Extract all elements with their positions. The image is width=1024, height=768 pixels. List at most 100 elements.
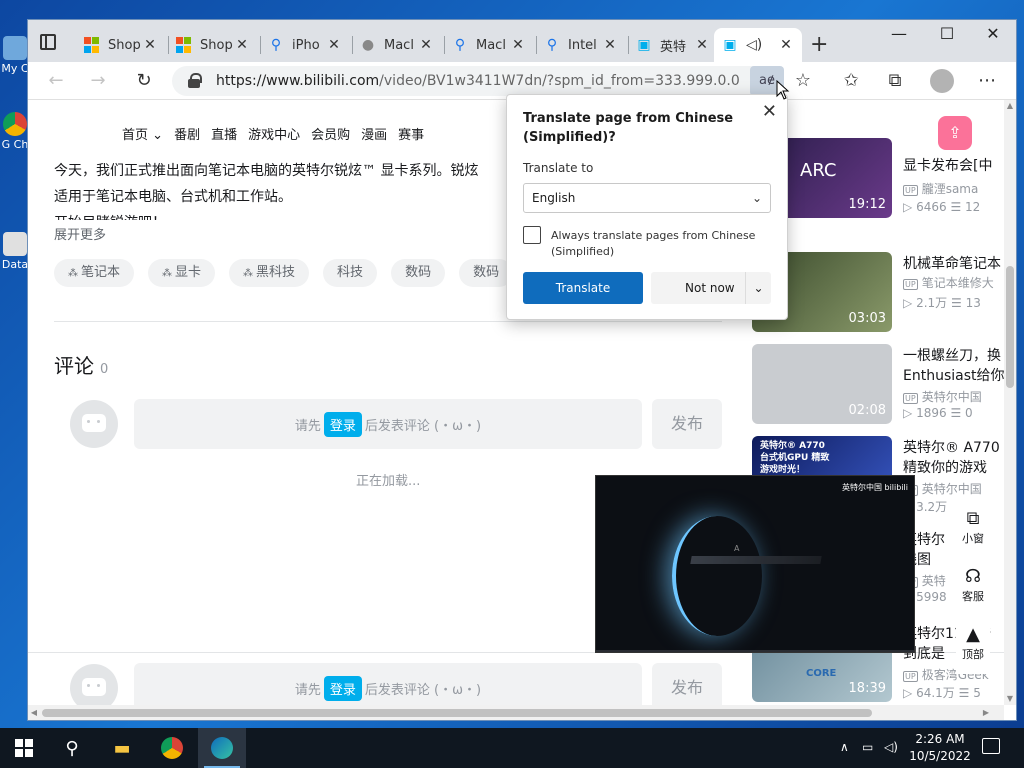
chevron-down-icon[interactable]: ⌄	[745, 272, 771, 304]
translate-button[interactable]: Translate	[523, 272, 643, 304]
tab-macbook-2[interactable]: ⚲ Macl ✕	[444, 28, 534, 62]
tag-item[interactable]: ⁂ 黑科技	[229, 259, 310, 287]
close-icon[interactable]: ✕	[234, 37, 250, 53]
desktop-icon-data[interactable]: Data	[0, 232, 30, 271]
nav-esports[interactable]: 赛事	[398, 124, 424, 143]
expand-more-link[interactable]: 展开更多	[54, 224, 106, 243]
close-icon[interactable]: ✕	[778, 37, 794, 53]
login-button[interactable]: 登录	[323, 675, 362, 701]
tag-item[interactable]: ⁂ 笔记本	[54, 259, 135, 287]
target-language-select[interactable]: English ⌄	[523, 183, 771, 213]
comment-input-bottom[interactable]: 请先 登录 后发表评论 (・ω・)	[134, 663, 642, 705]
tag-item[interactable]: 科技	[323, 259, 378, 287]
mini-window-button[interactable]: ⧉ 小窗	[956, 500, 990, 558]
favorites-icon[interactable]: ✩	[840, 70, 862, 92]
video-title[interactable]: 英特尔® A770	[903, 438, 1004, 458]
recommended-video[interactable]: 02:08 一根螺丝刀，换 Enthusiast给你 UP 英特尔中国 ▷ 189…	[752, 344, 1004, 426]
network-icon[interactable]: ▭	[862, 740, 873, 754]
nav-live[interactable]: 直播	[211, 124, 237, 143]
tab-shop-2[interactable]: Shop ✕	[168, 28, 258, 62]
refresh-button[interactable]: ↻	[130, 68, 158, 94]
desktop-icon-my-computer[interactable]: My C	[0, 36, 30, 75]
uploader-name[interactable]: 朧湮sama	[922, 182, 979, 196]
nav-manga[interactable]: 漫画	[361, 124, 387, 143]
video-title[interactable]: 机械革命笔记本	[903, 254, 1004, 274]
video-title-line2[interactable]: Enthusiast给你	[903, 366, 1004, 386]
close-icon[interactable]: ✕	[602, 37, 618, 53]
recommended-video[interactable]: 03:03 机械革命笔记本 UP 笔记本维修大 ▷ 2.1万 ☰ 13	[752, 252, 1001, 334]
uploader-name[interactable]: 笔记本维修大	[922, 276, 994, 290]
back-to-top-button[interactable]: ▲ 顶部	[956, 616, 990, 674]
forward-button[interactable]: →	[84, 68, 112, 94]
close-window-button[interactable]: ✕	[970, 24, 1016, 43]
desktop-icon-chrome[interactable]: G Ch	[0, 112, 30, 151]
not-now-button[interactable]: Not now ⌄	[651, 272, 771, 304]
close-icon[interactable]: ✕	[510, 37, 526, 53]
notifications-icon[interactable]	[982, 738, 1000, 754]
lock-icon[interactable]	[188, 73, 202, 88]
tag-item[interactable]: 数码	[391, 259, 446, 287]
scroll-down-arrow-icon[interactable]: ▼	[1004, 693, 1016, 705]
chrome-taskbar-button[interactable]	[148, 728, 196, 768]
more-menu-icon[interactable]: ⋯	[976, 70, 998, 92]
scroll-left-arrow-icon[interactable]: ◀	[28, 705, 40, 720]
horizontal-scrollbar[interactable]: ◀ ▶	[28, 705, 1004, 720]
maximize-button[interactable]: ☐	[924, 24, 970, 43]
video-thumbnail[interactable]: 02:08	[752, 344, 892, 424]
nav-anime[interactable]: 番剧	[174, 124, 200, 143]
system-clock[interactable]: 2:26 AM 10/5/2022	[900, 731, 980, 765]
tab-actions-icon[interactable]	[40, 34, 56, 50]
new-tab-button[interactable]: +	[810, 32, 828, 57]
back-button[interactable]: ←	[42, 68, 70, 94]
comment-input[interactable]: 请先 登录 后发表评论 (・ω・)	[134, 399, 642, 449]
close-icon[interactable]: ✕	[418, 37, 434, 53]
edge-taskbar-button[interactable]	[198, 728, 246, 768]
vertical-scrollbar[interactable]: ▲ ▼	[1004, 100, 1016, 705]
collections-icon[interactable]: ⧉	[884, 70, 906, 92]
file-explorer-button[interactable]: ▬	[98, 728, 146, 768]
scrollbar-thumb[interactable]	[1006, 266, 1014, 388]
nav-membership-shop[interactable]: 会员购	[311, 124, 350, 143]
start-button[interactable]	[0, 728, 48, 768]
address-bar[interactable]: https://www.bilibili.com/video/BV1w3411W…	[172, 66, 784, 96]
login-button[interactable]: 登录	[323, 411, 362, 437]
minimize-button[interactable]: —	[876, 24, 922, 43]
publish-button-bottom[interactable]: 发布	[652, 663, 722, 705]
customer-service-button[interactable]: ☊ 客服	[956, 558, 990, 616]
scrollbar-thumb[interactable]	[42, 709, 872, 717]
chevron-up-icon[interactable]: ∧	[840, 740, 849, 754]
close-icon[interactable]: ✕	[694, 37, 710, 53]
video-title[interactable]: 一根螺丝刀，换	[903, 346, 1004, 366]
tab-bilibili-active[interactable]: ▣ ◁) ✕	[714, 28, 802, 62]
speaker-icon[interactable]: ◁)	[746, 37, 762, 53]
tab-intel-cn[interactable]: ▣ 英特 ✕	[628, 28, 718, 62]
scroll-up-arrow-icon[interactable]: ▲	[1004, 100, 1016, 112]
url-text[interactable]: https://www.bilibili.com/video/BV1w3411W…	[216, 73, 740, 89]
close-icon[interactable]: ✕	[142, 37, 158, 53]
tag-item[interactable]: ⁂ 显卡	[148, 259, 216, 287]
profile-avatar[interactable]	[930, 69, 954, 93]
close-icon[interactable]: ✕	[762, 101, 777, 122]
tab-intel[interactable]: ⚲ Intel ✕	[536, 28, 626, 62]
tag-item[interactable]: 数码	[459, 259, 514, 287]
tab-macbook-1[interactable]: ● Macl ✕	[352, 28, 442, 62]
player-progress-bar[interactable]	[596, 650, 914, 652]
always-translate-checkbox[interactable]	[523, 226, 541, 244]
publish-button[interactable]: 发布	[652, 399, 722, 449]
close-icon[interactable]: ✕	[326, 37, 342, 53]
volume-icon[interactable]: ◁)	[884, 740, 898, 754]
add-favorite-icon[interactable]: ☆	[792, 70, 814, 92]
upload-button[interactable]: ⇪	[938, 116, 972, 150]
tab-shop-1[interactable]: Shop ✕	[76, 28, 166, 62]
uploader-name[interactable]: 英特尔中国	[922, 390, 982, 404]
video-title-line2[interactable]: 精致你的游戏	[903, 458, 1004, 478]
scroll-right-arrow-icon[interactable]: ▶	[980, 705, 992, 720]
nav-game-center[interactable]: 游戏中心	[248, 124, 300, 143]
mini-video-player[interactable]: 英特尔中国 bilibili A	[595, 475, 915, 653]
video-title[interactable]: 显卡发布会[中	[903, 156, 1004, 176]
nav-home[interactable]: 首页 ⌄	[122, 124, 163, 143]
tab-iphone[interactable]: ⚲ iPho ✕	[260, 28, 350, 62]
search-button[interactable]: ⚲	[48, 728, 96, 768]
uploader-name[interactable]: 英特	[922, 574, 946, 588]
recommended-video[interactable]: ARC 19:12 显卡发布会[中 UP 朧湮sama ▷ 6466 ☰ 12	[752, 138, 992, 238]
